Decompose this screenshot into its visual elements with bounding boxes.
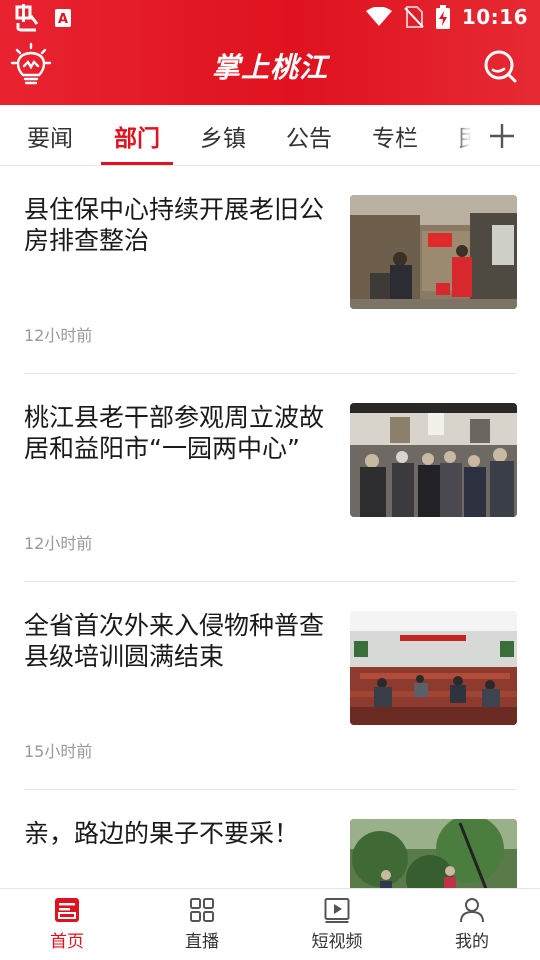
video-icon [324, 898, 350, 923]
user-icon [460, 898, 484, 923]
news-time: 15小时前 [24, 742, 93, 761]
news-photo-training [350, 611, 517, 725]
nav-mine-label: 我的 [455, 932, 489, 952]
grid-icon [190, 898, 214, 922]
nav-live[interactable]: 直播 [152, 897, 252, 952]
app-header: A 10:16 掌上桃江 [0, 0, 540, 105]
nav-mine[interactable]: 我的 [422, 897, 522, 952]
app-title: 掌上桃江 [211, 51, 328, 84]
news-title[interactable]: 全省首次外来入侵物种普查县级培训圆满结束 [24, 610, 324, 672]
news-photo-visit [350, 403, 517, 517]
news-thumbnail[interactable] [350, 195, 517, 309]
news-item[interactable]: 桃江县老干部参观周立波故居和益阳市“一园两中心” 12小时前 [0, 374, 540, 582]
news-thumbnail[interactable] [350, 403, 517, 517]
nav-home-label: 首页 [50, 932, 84, 952]
category-tabs: 要闻 部门 乡镇 公告 专栏 民 [0, 105, 540, 166]
wifi-icon [365, 7, 392, 26]
news-title[interactable]: 亲，路边的果子不要采！ [24, 818, 334, 849]
tab-xiangzhen[interactable]: 乡镇 [200, 119, 246, 153]
bottom-nav: 首页 直播 短视频 我的 [0, 888, 540, 960]
news-photo-fruit-tree [350, 819, 517, 888]
app-notification-icon [15, 4, 39, 32]
news-thumbnail[interactable] [350, 611, 517, 725]
plus-icon[interactable] [488, 122, 516, 150]
news-title[interactable]: 桃江县老干部参观周立波故居和益阳市“一园两中心” [24, 402, 324, 464]
active-tab-indicator [101, 162, 173, 165]
search-icon[interactable] [482, 48, 518, 84]
news-item[interactable]: 亲，路边的果子不要采！ [0, 790, 540, 888]
news-photo-inspection [350, 195, 517, 309]
news-time: 12小时前 [24, 534, 93, 553]
nav-short-video[interactable]: 短视频 [287, 897, 387, 952]
home-news-icon [55, 898, 79, 922]
text-notification-icon: A [55, 9, 71, 27]
news-list: 县住保中心持续开展老旧公房排查整治 12小时前 桃江县老干部参观周立波故居和益阳… [0, 166, 540, 888]
svg-text:A: A [58, 12, 68, 27]
news-thumbnail[interactable] [350, 819, 517, 888]
news-item[interactable]: 全省首次外来入侵物种普查县级培训圆满结束 15小时前 [0, 582, 540, 790]
status-time: 10:16 [461, 5, 528, 29]
tab-yaowen[interactable]: 要闻 [27, 119, 73, 153]
nav-home[interactable]: 首页 [17, 897, 117, 952]
news-title[interactable]: 县住保中心持续开展老旧公房排查整治 [24, 194, 324, 256]
nav-short-video-label: 短视频 [311, 932, 363, 952]
tab-zhuanlan[interactable]: 专栏 [372, 119, 418, 153]
tab-bumen[interactable]: 部门 [114, 119, 160, 153]
status-bar: A 10:16 [0, 0, 540, 36]
news-time: 12小时前 [24, 326, 93, 345]
battery-charging-icon [435, 5, 450, 29]
nav-live-label: 直播 [185, 932, 219, 952]
no-sim-icon [404, 6, 424, 28]
tab-gonggao[interactable]: 公告 [286, 119, 332, 153]
news-item[interactable]: 县住保中心持续开展老旧公房排查整治 12小时前 [0, 166, 540, 374]
